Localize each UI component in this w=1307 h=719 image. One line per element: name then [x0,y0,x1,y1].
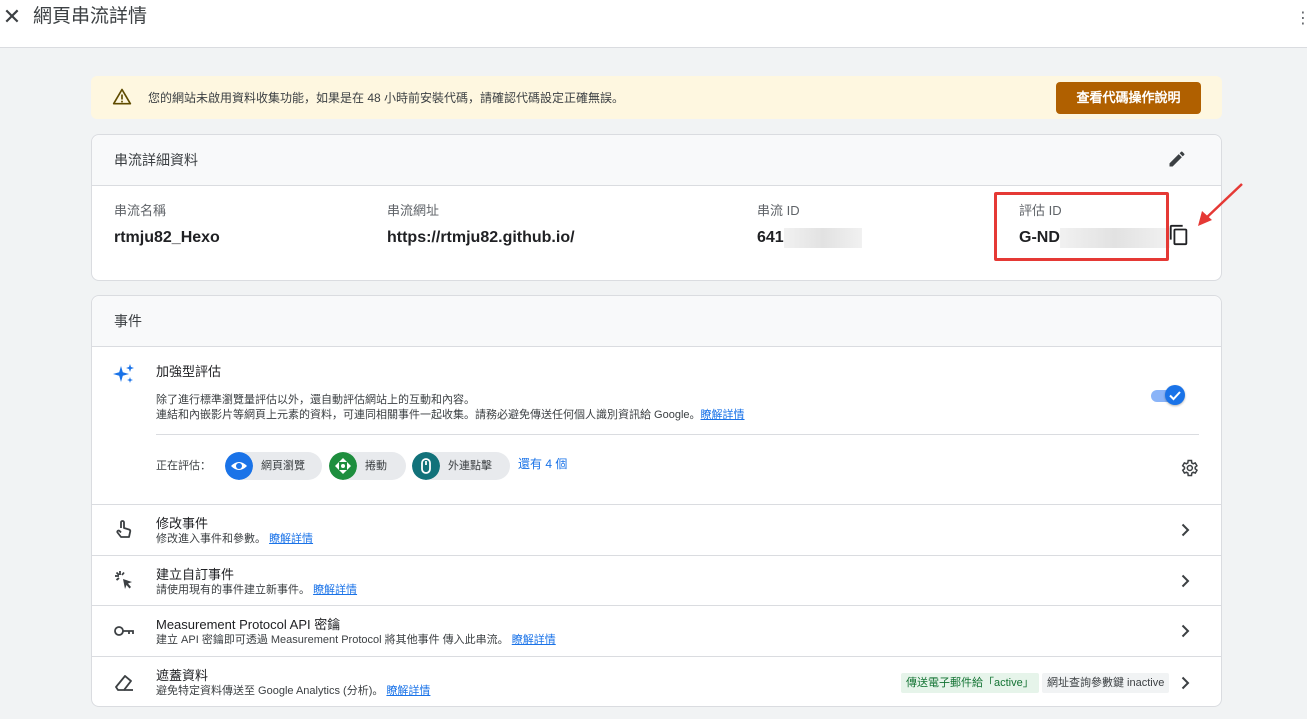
scroll-icon [329,452,357,480]
learn-more-link[interactable]: 瞭解詳情 [701,409,745,421]
measurement-protocol-row[interactable]: Measurement Protocol API 密鑰 建立 API 密鑰即可透… [92,605,1221,656]
row-title: 修改事件 [156,516,209,531]
enhanced-desc-line1: 除了進行標準瀏覽量評估以外，還自動評估網站上的互動和內容。 [156,394,475,406]
row-title: 遮蓋資料 [156,668,209,683]
measurement-id-value: G-ND [1019,229,1060,246]
click-icon [115,571,132,589]
chip-scrolls[interactable]: 捲動 [329,452,406,480]
more-vert-icon[interactable]: ⋮ [1295,9,1307,29]
top-bar: ✕ 網頁串流詳情 ⋮ [0,0,1307,48]
chip-page-views[interactable]: 網頁瀏覽 [225,452,322,480]
stream-id-value: 641 [757,229,784,246]
measurement-id-field: 評估 ID G-ND [1019,203,1170,248]
stream-details-card: 串流詳細資料 串流名稱 rtmju82_Hexo 串流網址 https://rt… [91,134,1222,281]
stream-id-row: 641 [757,228,862,248]
chip-label: 網頁瀏覽 [261,460,305,472]
eraser-icon [115,675,133,691]
learn-more-link[interactable]: 瞭解詳情 [313,584,357,596]
view-tag-instructions-button[interactable]: 查看代碼操作說明 [1056,82,1201,114]
sparkle-icon [113,364,134,383]
chip-outbound-clicks[interactable]: 外連點擊 [412,452,510,480]
chevron-right-icon[interactable] [1177,675,1193,691]
stream-url-value: https://rtmju82.github.io/ [387,229,575,246]
chevron-right-icon[interactable] [1177,573,1193,589]
measuring-label: 正在評估： [156,460,211,472]
enhanced-measurement-title: 加強型評估 [156,364,222,379]
stream-url-label: 串流網址 [387,203,440,218]
events-card: 事件 加強型評估 除了進行標準瀏覽量評估以外，還自動評估網站上的互動和內容。 連… [91,295,1222,707]
copy-icon[interactable] [1168,224,1190,246]
banner-text: 您的網站未啟用資料收集功能，如果是在 48 小時前安裝代碼，請確認代碼設定正確無… [148,91,625,105]
warning-banner: 您的網站未啟用資料收集功能，如果是在 48 小時前安裝代碼，請確認代碼設定正確無… [91,76,1222,119]
mouse-icon [412,452,440,480]
chip-label: 外連點擊 [448,460,492,472]
enhanced-desc-line2: 連結和內嵌影片等網頁上元素的資料，可連同相關事件一起收集。請務必避免傳送任何個人… [156,409,745,421]
pencil-icon[interactable] [1167,149,1187,169]
more-events-link[interactable]: 還有 4 個 [518,457,567,471]
measurement-id-label: 評估 ID [1019,203,1062,218]
close-icon[interactable]: ✕ [2,6,22,28]
stream-url-field: 串流網址 https://rtmju82.github.io/ [387,203,575,248]
chevron-right-icon[interactable] [1177,522,1193,538]
row-desc: 請使用現有的事件建立新事件。 瞭解詳情 [156,584,358,596]
warning-icon [112,88,132,105]
touch-icon [116,520,132,538]
learn-more-link[interactable]: 瞭解詳情 [386,685,430,697]
learn-more-link[interactable]: 瞭解詳情 [269,533,313,545]
measurement-id-row: G-ND [1019,228,1170,248]
redacted-block [783,228,862,248]
stream-id-label: 串流 ID [757,203,800,218]
page-title: 網頁串流詳情 [33,6,148,27]
stream-id-field: 串流 ID 641 [757,203,862,248]
create-custom-events-row[interactable]: 建立自訂事件 請使用現有的事件建立新事件。 瞭解詳情 [92,555,1221,605]
modify-events-row[interactable]: 修改事件 修改進入事件和參數。 瞭解詳情 [92,504,1221,555]
events-heading: 事件 [114,313,142,329]
stream-name-value: rtmju82_Hexo [114,229,220,246]
email-redaction-status-tag: 傳送電子郵件給「active」 [901,673,1039,693]
stream-details-heading: 串流詳細資料 [114,152,198,168]
row-title: Measurement Protocol API 密鑰 [156,617,341,632]
chevron-right-icon[interactable] [1177,623,1193,639]
chip-label: 捲動 [365,460,387,472]
stream-name-label: 串流名稱 [114,203,167,218]
row-title: 建立自訂事件 [156,567,235,582]
row-desc: 修改進入事件和參數。 瞭解詳情 [156,533,314,545]
stream-name-field: 串流名稱 rtmju82_Hexo [114,203,220,248]
redacted-block [1059,228,1170,248]
check-icon [1169,391,1181,401]
redact-data-row[interactable]: 遮蓋資料 避免特定資料傳送至 Google Analytics (分析)。 瞭解… [92,656,1221,706]
eye-icon [225,452,253,480]
query-param-redaction-status-tag: 網址查詢參數鍵 inactive [1042,673,1170,693]
row-desc: 避免特定資料傳送至 Google Analytics (分析)。 瞭解詳情 [156,685,431,697]
key-icon [114,626,134,636]
learn-more-link[interactable]: 瞭解詳情 [512,634,556,646]
enhanced-measurement-toggle[interactable] [1149,384,1185,405]
row-desc: 建立 API 密鑰即可透過 Measurement Protocol 將其他事件… [156,634,556,646]
enhanced-measurement-section: 加強型評估 除了進行標準瀏覽量評估以外，還自動評估網站上的互動和內容。 連結和內… [92,348,1221,504]
gear-icon[interactable] [1179,458,1199,478]
divider [156,434,1199,435]
stream-details-header: 串流詳細資料 [92,135,1221,186]
events-header: 事件 [92,296,1221,347]
